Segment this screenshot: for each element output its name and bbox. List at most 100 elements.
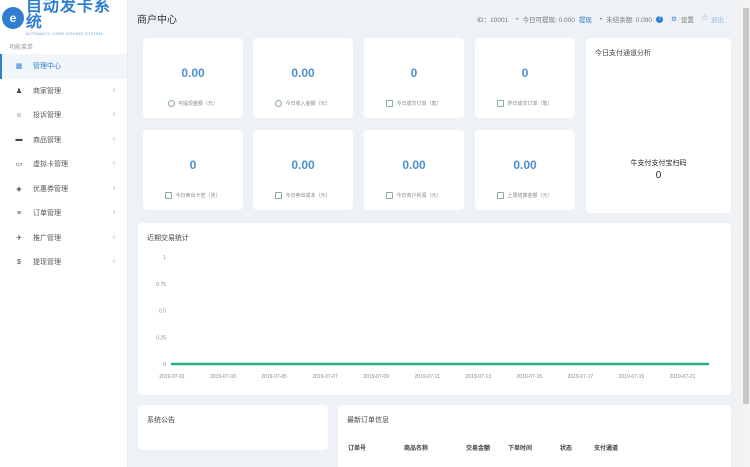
x-tick-label: 2019-07-13 bbox=[465, 374, 491, 380]
stat-icon bbox=[275, 192, 283, 200]
data-point[interactable] bbox=[374, 362, 378, 366]
chevron-right-icon: › bbox=[112, 209, 115, 216]
announcement-panel: 系统公告 bbox=[138, 405, 328, 450]
sidebar-item[interactable]: ◈ 优惠券管理 › bbox=[0, 177, 127, 202]
sidebar-item[interactable]: ▬ 商品管理 › bbox=[0, 128, 127, 153]
withdraw-amount: 今日可提现: 0.000 bbox=[522, 17, 575, 24]
data-point[interactable] bbox=[502, 362, 506, 366]
user-id: ID：10001 bbox=[477, 17, 509, 24]
stat-value: 0.00 bbox=[181, 66, 205, 80]
data-point[interactable] bbox=[706, 362, 710, 366]
data-point[interactable] bbox=[477, 362, 480, 366]
sidebar-item[interactable]: ☺ 投诉管理 › bbox=[0, 103, 127, 128]
data-point[interactable] bbox=[400, 362, 403, 366]
stat-value: 0.00 bbox=[513, 158, 537, 172]
data-point[interactable] bbox=[298, 362, 301, 366]
sidebar-item[interactable]: ≡ 订单管理 › bbox=[0, 201, 127, 226]
gear-icon[interactable]: ⚙ bbox=[671, 15, 677, 23]
sidebar-item[interactable]: ♟ 商家管理 › bbox=[0, 79, 127, 104]
logo-mark-icon: e bbox=[2, 7, 24, 29]
data-point[interactable] bbox=[323, 362, 327, 366]
data-point[interactable] bbox=[630, 362, 633, 366]
orders-column-header: 商品名称 bbox=[404, 446, 429, 452]
chevron-right-icon: › bbox=[112, 111, 115, 118]
stat-label-text: 可提现金额（元） bbox=[177, 101, 218, 107]
sidebar-item[interactable]: ▦ 管理中心 bbox=[0, 54, 127, 79]
data-point[interactable] bbox=[681, 362, 684, 366]
payment-panel-title: 今日支付通道分析 bbox=[595, 50, 651, 57]
stat-card: 0.00 可提现金额（元） bbox=[143, 38, 243, 118]
sidebar: e 自动发卡系统 AUTOMATIC CARD ISSUING SYSTEM 功… bbox=[0, 0, 128, 467]
orders-column-header: 状态 bbox=[560, 446, 573, 452]
sidebar-item[interactable]: $ 提现管理 › bbox=[0, 250, 127, 275]
data-point[interactable] bbox=[426, 362, 429, 366]
y-tick-label: 0 bbox=[163, 362, 166, 368]
payment-channel-name: 牛支付支付宝扫码 bbox=[630, 160, 687, 167]
x-tick-label: 2019-07-11 bbox=[415, 374, 440, 380]
stat-value: 0 bbox=[521, 66, 529, 80]
chevron-right-icon: › bbox=[112, 184, 115, 192]
stat-value: 0.00 bbox=[291, 158, 315, 172]
data-point[interactable] bbox=[196, 362, 199, 366]
info-icon[interactable]: ? bbox=[656, 15, 664, 23]
app-subtitle: AUTOMATIC CARD ISSUING SYSTEM bbox=[25, 31, 103, 36]
orders-column-header: 下单时间 bbox=[508, 446, 533, 452]
topbar: 商户中心 ID：10001 • 今日可提现: 0.000 提现 • 未结余额: … bbox=[128, 0, 750, 36]
data-point[interactable] bbox=[349, 362, 352, 366]
data-point[interactable] bbox=[604, 362, 608, 366]
power-icon[interactable]: ⏻ bbox=[702, 15, 707, 23]
dot-icon: • bbox=[599, 15, 603, 23]
data-point[interactable] bbox=[528, 362, 531, 366]
stat-card: 0 今日成交订单（笔） bbox=[364, 38, 464, 118]
chevron-right-icon: › bbox=[112, 258, 115, 265]
stat-label-text: 今日卖出卡密（张） bbox=[175, 193, 221, 199]
stat-label: 今日收入金额（元） bbox=[253, 100, 353, 108]
stat-label-text: 今日收入金额（元） bbox=[285, 101, 331, 107]
stat-value: 0.00 bbox=[291, 66, 315, 80]
logo[interactable]: e 自动发卡系统 AUTOMATIC CARD ISSUING SYSTEM bbox=[0, 0, 127, 36]
stat-value: 0.00 bbox=[402, 158, 426, 172]
sidebar-item-icon: ▭ bbox=[15, 161, 23, 169]
sidebar-item-icon: $ bbox=[17, 258, 21, 266]
sidebar-item-label: 订单管理 bbox=[33, 210, 61, 218]
data-point[interactable] bbox=[170, 362, 174, 366]
sidebar-item-icon: ▦ bbox=[15, 63, 23, 71]
app-title: 自动发卡系统 bbox=[25, 0, 111, 31]
chevron-right-icon: › bbox=[112, 86, 115, 94]
stat-icon bbox=[386, 192, 394, 200]
data-point[interactable] bbox=[247, 362, 250, 366]
data-point[interactable] bbox=[655, 362, 659, 366]
x-tick-label: 2019-07-01 bbox=[159, 374, 185, 380]
withdraw-link[interactable]: 提现 bbox=[579, 14, 592, 24]
payment-channel-panel: 今日支付通道分析 牛支付支付宝扫码 0 bbox=[586, 38, 731, 213]
data-point[interactable] bbox=[272, 362, 276, 366]
scrollbar[interactable] bbox=[742, 0, 750, 467]
stat-label-text: 今日卖出成本（元） bbox=[285, 193, 331, 199]
sidebar-item-label: 商品管理 bbox=[33, 136, 61, 144]
stat-label: 今日卖出卡密（张） bbox=[143, 192, 243, 200]
data-point[interactable] bbox=[579, 362, 582, 366]
stat-icon bbox=[497, 192, 505, 200]
data-point[interactable] bbox=[451, 362, 454, 366]
stat-label: 上周结算金额（元） bbox=[475, 192, 575, 200]
orders-column-header: 支付通道 bbox=[594, 446, 619, 452]
x-tick-label: 2019-07-15 bbox=[517, 374, 543, 380]
x-tick-label: 2019-07-17 bbox=[568, 374, 594, 380]
sidebar-item[interactable]: ▭ 虚拟卡管理 › bbox=[0, 152, 127, 177]
payment-channel-count: 0 bbox=[655, 170, 662, 181]
data-point[interactable] bbox=[553, 362, 557, 366]
stat-icon bbox=[386, 100, 394, 108]
trade-chart: 1 0.75 0.5 0.25 0 2019-07-01 2019-07-03 2019-07… bbox=[156, 255, 710, 380]
settings-link[interactable]: 设置 bbox=[681, 14, 694, 24]
scrollbar-thumb[interactable] bbox=[743, 8, 749, 404]
logout-link[interactable]: 退出 bbox=[711, 14, 724, 24]
nav-section-label: 功能菜单 bbox=[9, 45, 34, 51]
stat-card: 0.00 今日商户利润（元） bbox=[364, 130, 464, 210]
data-point[interactable] bbox=[221, 362, 225, 366]
x-tick-label: 2019-07-21 bbox=[670, 374, 696, 380]
sidebar-item[interactable]: ✈ 推广管理 › bbox=[0, 226, 127, 251]
stat-card: 0.00 今日卖出成本（元） bbox=[253, 130, 353, 210]
sidebar-item-icon: ▬ bbox=[15, 136, 23, 144]
stat-label: 今日商户利润（元） bbox=[364, 192, 464, 200]
stat-label-text: 上周结算金额（元） bbox=[507, 193, 553, 199]
